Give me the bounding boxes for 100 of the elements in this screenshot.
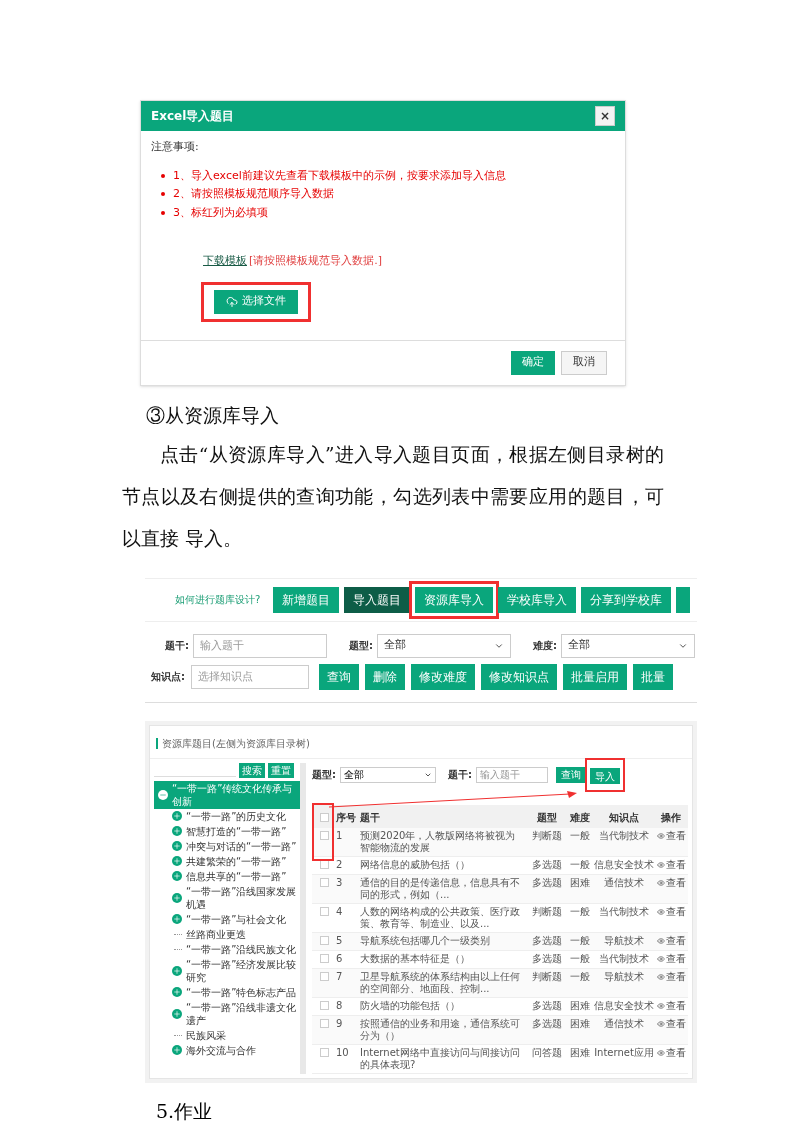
tree-item[interactable]: “一带一路”与社会文化 <box>154 911 300 927</box>
table-cell: 多选题 <box>532 1017 562 1029</box>
checkbox[interactable] <box>319 830 329 840</box>
checkbox[interactable] <box>319 1000 329 1010</box>
checkbox[interactable] <box>319 1047 329 1057</box>
checkbox[interactable] <box>319 877 329 887</box>
table-cell: 一般 <box>570 905 590 917</box>
tree-item[interactable]: 共建繁荣的“一带一路” <box>154 853 300 869</box>
table-cell: 7 <box>336 970 343 982</box>
tree-item[interactable]: 民族风采 <box>154 1027 300 1043</box>
filter-label: 知识点: <box>151 670 185 684</box>
view-link[interactable]: 查看 <box>656 905 686 918</box>
table-cell: 困难 <box>570 876 590 888</box>
tree-item[interactable]: “一带一路”的历史文化 <box>154 808 300 824</box>
expand-icon[interactable] <box>172 914 182 924</box>
table-cell: 信息安全技术 <box>594 858 654 870</box>
view-link[interactable]: 查看 <box>656 876 686 889</box>
checkbox[interactable] <box>319 906 329 916</box>
eye-icon <box>656 907 665 916</box>
table-cell: 卫星导航系统的体系结构由以上任何的空间部分、地面段、控制... <box>360 970 520 994</box>
view-link[interactable]: 查看 <box>656 1046 686 1059</box>
column-header: 题干 <box>360 811 380 823</box>
collapse-icon[interactable] <box>158 789 168 800</box>
knowledge-input[interactable]: 选择知识点 <box>191 664 309 689</box>
help-link[interactable]: 如何进行题库设计? <box>175 592 261 607</box>
view-link[interactable]: 查看 <box>656 934 686 947</box>
table-cell: 判断题 <box>532 905 562 917</box>
view-link[interactable]: 查看 <box>656 858 686 871</box>
table-cell: 一般 <box>570 952 590 964</box>
table-cell: Internet应用 <box>594 1046 654 1058</box>
checkbox[interactable] <box>319 971 329 981</box>
expand-icon[interactable] <box>172 871 182 881</box>
view-link[interactable]: 查看 <box>656 829 686 842</box>
view-link[interactable]: 查看 <box>656 1017 686 1030</box>
checkbox[interactable] <box>319 935 329 945</box>
expand-icon[interactable] <box>172 892 182 903</box>
select-field[interactable]: 全部 <box>340 766 436 783</box>
table-cell: Internet网络中直接访问与间接访问的具体表现? <box>360 1046 520 1070</box>
checkbox[interactable] <box>319 859 329 869</box>
toolbar-tab[interactable] <box>676 586 691 613</box>
table-cell: 9 <box>336 1017 343 1029</box>
view-link[interactable]: 查看 <box>656 970 686 983</box>
highlight-frame <box>312 802 334 861</box>
expand-icon[interactable] <box>172 965 182 976</box>
filter-label: 题干: <box>164 639 189 653</box>
column-header: 操作 <box>661 811 681 823</box>
column-header: 难度 <box>570 811 590 823</box>
view-link[interactable]: 查看 <box>656 952 686 965</box>
eye-icon <box>656 936 665 945</box>
tree-item[interactable]: 智慧打造的“一带一路” <box>154 823 300 839</box>
table-cell: 防火墙的功能包括（） <box>360 999 460 1011</box>
tree-connector <box>174 948 182 950</box>
tree-item[interactable]: “一带一路”特色标志产品 <box>154 984 300 1000</box>
note-text: 3、标红列为必填项 <box>173 204 268 221</box>
checkbox[interactable] <box>319 1018 329 1028</box>
tree-item[interactable]: 冲突与对话的“一带一路” <box>154 838 300 854</box>
expand-icon[interactable] <box>172 1045 182 1055</box>
table-cell: 困难 <box>570 999 590 1011</box>
view-link[interactable]: 查看 <box>656 999 686 1012</box>
tree-item[interactable]: “一带一路”经济发展比较研究 <box>154 956 300 985</box>
stem-input[interactable]: 输入题干 <box>476 766 548 783</box>
select-field[interactable]: 全部 <box>377 633 511 658</box>
table-cell: 通信技术 <box>604 876 644 888</box>
checkbox[interactable] <box>319 953 329 963</box>
filter-label: 题干: <box>448 768 472 782</box>
expand-icon[interactable] <box>172 1008 182 1019</box>
expand-icon[interactable] <box>172 987 182 997</box>
expand-icon[interactable] <box>172 856 182 866</box>
close-button[interactable]: × <box>595 106 615 126</box>
toolbar-tab[interactable]: 导入题目 <box>344 586 411 613</box>
tree-item[interactable]: “一带一路”沿线民族文化 <box>154 941 300 957</box>
table-cell: 导航技术 <box>604 934 644 946</box>
tree-item[interactable]: “一带一路”沿线非遗文化遗产 <box>154 999 300 1028</box>
tree-item[interactable]: 海外交流与合作 <box>154 1042 300 1058</box>
tree-item[interactable]: “一带一路”沿线国家发展机遇 <box>154 883 300 912</box>
cancel-button[interactable]: 取消 <box>561 350 607 375</box>
table-cell: 判断题 <box>532 829 562 841</box>
table-cell: 问答题 <box>532 1046 562 1058</box>
select-field[interactable]: 全部 <box>561 633 695 658</box>
table-cell: 1 <box>336 829 343 841</box>
expand-icon[interactable] <box>172 826 182 836</box>
eye-icon <box>656 954 665 963</box>
table-cell: 多选题 <box>532 876 562 888</box>
expand-icon[interactable] <box>172 841 182 851</box>
stem-input[interactable]: 输入题干 <box>193 633 327 658</box>
download-template-link[interactable]: 下载模板 <box>203 253 247 270</box>
tree-item[interactable]: 信息共享的“一带一路” <box>154 868 300 884</box>
eye-icon <box>656 1001 665 1010</box>
checkbox[interactable] <box>319 812 329 822</box>
dialog-title: Excel导入题目 <box>151 108 235 125</box>
tree-item[interactable]: 丝路商业更迭 <box>154 926 300 942</box>
section-heading: 5.作业 <box>155 1098 214 1122</box>
expand-icon[interactable] <box>172 811 182 821</box>
table-cell: 3 <box>336 876 343 888</box>
table-cell: 一般 <box>570 934 590 946</box>
table-cell: 8 <box>336 999 343 1011</box>
cloud-upload-icon <box>226 295 238 308</box>
section-heading: ③从资源库导入 <box>145 403 280 428</box>
table-cell: 一般 <box>570 970 590 982</box>
table-cell: 网络信息的威胁包括（） <box>360 858 470 870</box>
